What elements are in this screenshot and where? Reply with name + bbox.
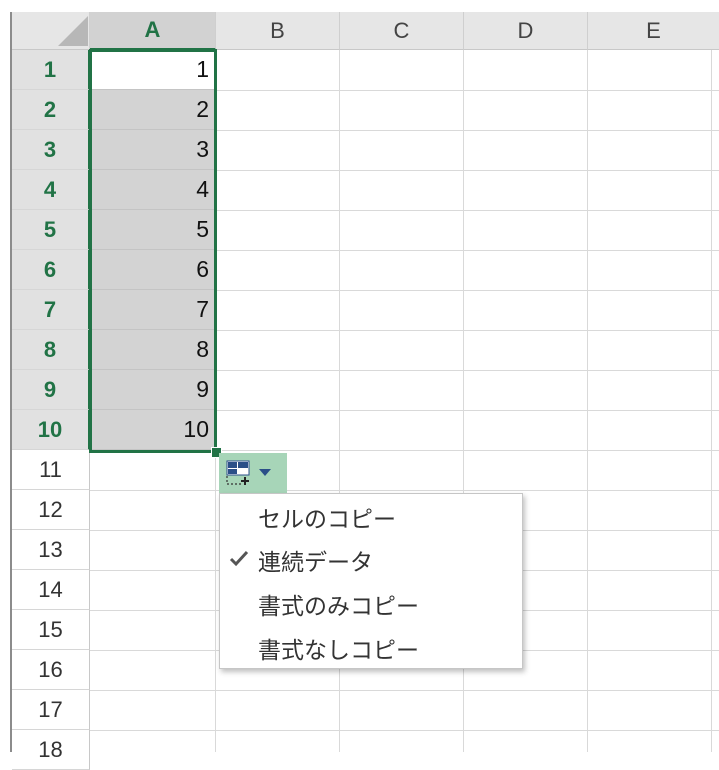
row-header-15[interactable]: 15: [12, 610, 90, 650]
cell-a9[interactable]: 9: [91, 370, 215, 410]
row-header-7[interactable]: 7: [12, 290, 90, 330]
cell-a2[interactable]: 2: [91, 90, 215, 130]
menu-item-label: 書式なしコピー: [258, 637, 419, 663]
cell-a10[interactable]: 10: [91, 410, 215, 450]
top-strip: [0, 0, 719, 12]
row-header-9[interactable]: 9: [12, 370, 90, 410]
menu-item-label: セルのコピー: [258, 506, 396, 532]
grid-line: [215, 50, 216, 752]
grid-line: [587, 50, 588, 752]
row-header-18[interactable]: 18: [12, 730, 90, 770]
row-header-6[interactable]: 6: [12, 250, 90, 290]
menu-item-label: 連続データ: [258, 549, 373, 575]
menu-item-fill-without-formatting[interactable]: 書式なしコピー: [220, 627, 522, 669]
cell-a3[interactable]: 3: [91, 130, 215, 170]
check-icon: [229, 550, 249, 567]
menu-item-fill-formatting-only[interactable]: 書式のみコピー: [220, 583, 522, 625]
row-header-14[interactable]: 14: [12, 570, 90, 610]
cell-a8[interactable]: 8: [91, 330, 215, 370]
row-header-12[interactable]: 12: [12, 490, 90, 530]
menu-item-copy-cells[interactable]: セルのコピー: [220, 496, 522, 538]
row-header-4[interactable]: 4: [12, 170, 90, 210]
cell-a6[interactable]: 6: [91, 250, 215, 290]
menu-item-fill-series[interactable]: 連続データ: [220, 539, 522, 581]
cell-a5[interactable]: 5: [91, 210, 215, 250]
column-header-e[interactable]: E: [588, 12, 719, 50]
row-header-1[interactable]: 1: [12, 50, 90, 90]
column-header-b[interactable]: B: [216, 12, 340, 50]
autofill-options-button[interactable]: [219, 453, 287, 493]
cell-a4[interactable]: 4: [91, 170, 215, 210]
row-header-2[interactable]: 2: [12, 90, 90, 130]
grid-line: [90, 730, 719, 731]
grid-line: [711, 50, 712, 752]
row-header-3[interactable]: 3: [12, 130, 90, 170]
row-header-16[interactable]: 16: [12, 650, 90, 690]
autofill-options-menu: セルのコピー 連続データ 書式のみコピー 書式なしコピー: [219, 493, 523, 669]
row-header-13[interactable]: 13: [12, 530, 90, 570]
column-header-d[interactable]: D: [464, 12, 588, 50]
cell-a1[interactable]: 1: [91, 50, 215, 90]
row-header-11[interactable]: 11: [12, 450, 90, 490]
row-header-5[interactable]: 5: [12, 210, 90, 250]
grid-line: [90, 450, 719, 451]
grid-line: [90, 490, 719, 491]
column-header-c[interactable]: C: [340, 12, 464, 50]
grid-line: [90, 690, 719, 691]
row-header-8[interactable]: 8: [12, 330, 90, 370]
autofill-options-icon: [226, 460, 250, 485]
cell-a7[interactable]: 7: [91, 290, 215, 330]
row-header-17[interactable]: 17: [12, 690, 90, 730]
select-all-triangle-icon: [58, 16, 88, 46]
chevron-down-icon: [259, 469, 271, 476]
row-header-10[interactable]: 10: [12, 410, 90, 450]
menu-item-label: 書式のみコピー: [258, 593, 419, 619]
column-header-a[interactable]: A: [90, 12, 216, 50]
